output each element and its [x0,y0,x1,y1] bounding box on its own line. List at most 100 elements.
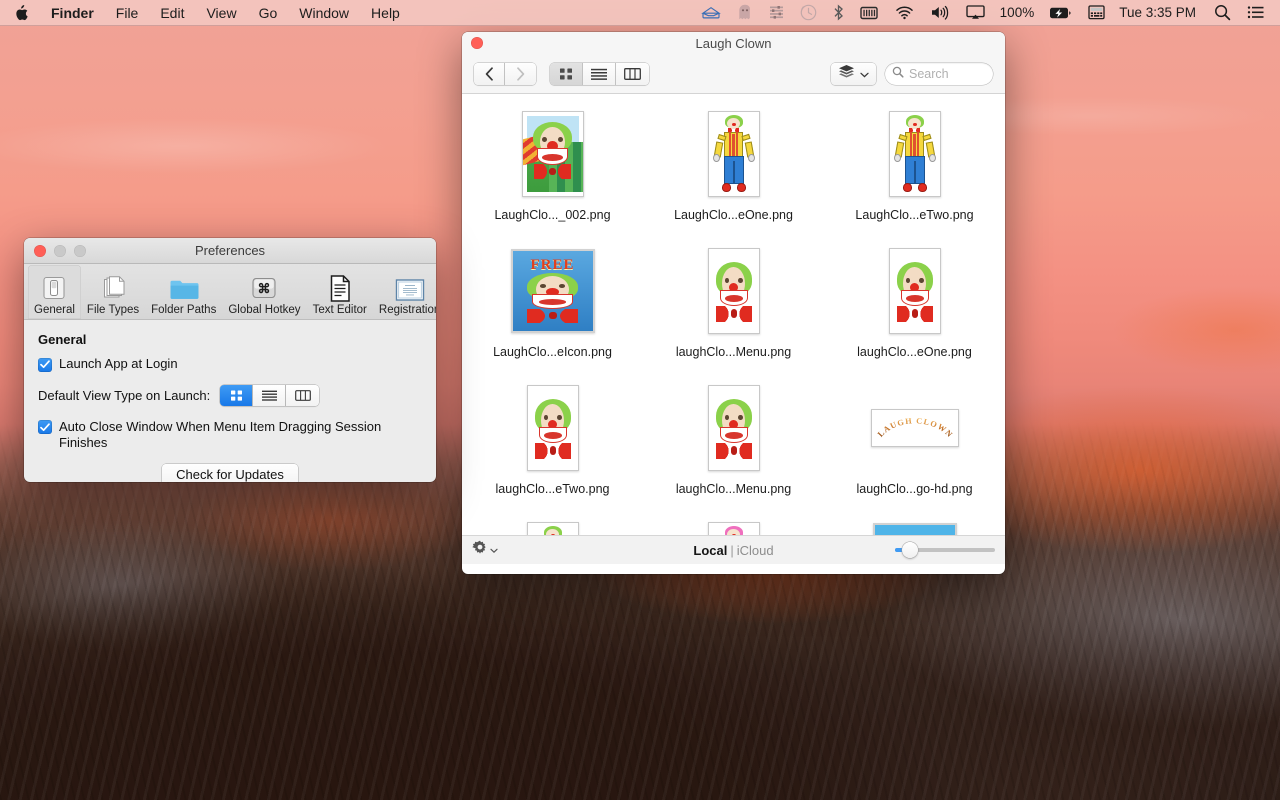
nav-segmented-control[interactable] [474,63,536,85]
volume-icon[interactable] [922,0,958,26]
chevron-left-icon[interactable] [474,63,505,85]
file-item[interactable]: laughClo...Menu.png [643,239,824,376]
file-item[interactable] [462,513,643,535]
menu-bar-status-area: 100% Tue 3:35 PM [693,0,1273,26]
file-thumbnail [527,517,579,535]
list-view-icon[interactable] [253,385,286,406]
input-source-icon[interactable] [1080,0,1113,26]
menu-item-edit[interactable]: Edit [149,0,195,26]
finder-toolbar: Search [462,54,1005,94]
file-item[interactable] [643,513,824,535]
list-view-icon[interactable] [583,63,616,85]
file-thumbnail [527,380,579,476]
zoom-button[interactable] [74,245,86,257]
file-thumbnail [873,517,957,535]
search-input[interactable]: Search [885,63,993,85]
finder-traffic-lights[interactable] [471,37,483,49]
file-item[interactable]: FREE LaughClo...eIcon.pn [462,239,643,376]
auto-close-checkbox[interactable] [38,420,52,434]
search-icon[interactable] [1206,0,1239,26]
gear-icon [472,540,488,561]
launch-at-login-label: Launch App at Login [59,356,178,372]
dropbox-icon[interactable] [693,0,729,26]
equalizer-icon[interactable] [761,0,792,26]
battery-charging-icon[interactable] [1041,0,1080,26]
file-thumbnail: LAUGH CLOWN [871,380,959,476]
auto-close-label: Auto Close Window When Menu Item Draggin… [59,419,389,451]
minimize-button[interactable] [54,245,66,257]
file-item[interactable]: LaughClo...eTwo.png [824,102,1005,239]
menu-item-file[interactable]: File [105,0,150,26]
update-button-row: Check for Updates [38,464,422,482]
ghost-icon[interactable] [729,0,761,26]
stack-layers-button[interactable] [831,63,876,85]
launch-at-login-row[interactable]: Launch App at Login [38,356,422,372]
tab-separator: | [727,543,736,558]
launch-at-login-checkbox[interactable] [38,358,52,372]
view-mode-segmented-control[interactable] [550,63,649,85]
file-item[interactable]: LaughClo...eOne.png [643,102,824,239]
svg-text:⌘: ⌘ [258,281,271,296]
tab-general[interactable]: General [28,265,81,319]
finder-window[interactable]: Laugh Clown [462,32,1005,574]
chevron-down-icon [860,65,869,83]
apple-logo-icon[interactable] [0,5,40,21]
default-view-segmented-control[interactable] [220,385,319,406]
file-item[interactable]: LaughClo..._002.png [462,102,643,239]
battery-percent-label[interactable]: 100% [993,0,1042,26]
auto-close-row[interactable]: Auto Close Window When Menu Item Draggin… [38,419,422,451]
file-item[interactable]: laughClo...Menu.png [643,376,824,513]
file-item[interactable]: laughClo...eOne.png [824,239,1005,376]
airplay-icon[interactable] [958,0,993,26]
slider-knob[interactable] [902,542,918,558]
preferences-window[interactable]: Preferences General File Types Folder Pa… [24,238,436,482]
tab-folder-paths[interactable]: Folder Paths [145,265,222,319]
finder-status-bar: Local|iCloud [462,535,1005,564]
tab-label: File Types [87,304,139,317]
action-gear-button[interactable] [472,540,498,561]
file-name: laughClo...eTwo.png [496,482,610,496]
icon-view-icon[interactable] [220,385,253,406]
tab-label: Global Hotkey [228,304,300,317]
close-button[interactable] [34,245,46,257]
menu-item-window[interactable]: Window [288,0,360,26]
icon-view-icon[interactable] [550,63,583,85]
column-view-icon[interactable] [616,63,649,85]
tab-local[interactable]: Local [693,543,727,558]
file-item[interactable]: laughClo...eTwo.png [462,376,643,513]
tab-icloud[interactable]: iCloud [737,543,774,558]
column-view-icon[interactable] [286,385,319,406]
text-document-icon [328,272,352,302]
tab-global-hotkey[interactable]: ⌘ Global Hotkey [222,265,306,319]
preferences-titlebar[interactable]: Preferences [24,238,436,264]
tab-registration[interactable]: Registration [373,265,436,319]
file-thumbnail [708,517,760,535]
file-name: LaughClo...eOne.png [674,208,793,222]
check-for-updates-button[interactable]: Check for Updates [162,464,298,482]
battery-health-icon[interactable] [852,0,887,26]
file-name: LaughClo...eIcon.png [493,345,612,359]
finder-titlebar[interactable]: Laugh Clown [462,32,1005,54]
time-machine-icon[interactable] [792,0,825,26]
close-button[interactable] [471,37,483,49]
menu-item-view[interactable]: View [195,0,247,26]
menu-item-finder[interactable]: Finder [40,0,105,26]
menu-item-help[interactable]: Help [360,0,411,26]
finder-file-grid[interactable]: LaughClo..._002.png [462,94,1005,535]
bluetooth-icon[interactable] [825,0,852,26]
wifi-icon[interactable] [887,0,922,26]
menu-item-go[interactable]: Go [248,0,289,26]
file-thumbnail [522,106,584,202]
notification-center-icon[interactable] [1239,0,1273,26]
tab-file-types[interactable]: File Types [81,265,145,319]
menu-bar-clock[interactable]: Tue 3:35 PM [1113,0,1206,26]
icon-zoom-slider[interactable] [895,542,995,558]
file-item[interactable] [824,513,1005,535]
command-key-icon: ⌘ [250,272,278,302]
stack-layers-icon [838,64,855,84]
file-item[interactable]: LAUGH CLOWN laughClo...go-hd.png [824,376,1005,513]
preferences-general-panel: General Launch App at Login Default View… [24,320,436,482]
chevron-down-icon [490,541,498,559]
preferences-traffic-lights[interactable] [34,245,86,257]
tab-text-editor[interactable]: Text Editor [307,265,373,319]
